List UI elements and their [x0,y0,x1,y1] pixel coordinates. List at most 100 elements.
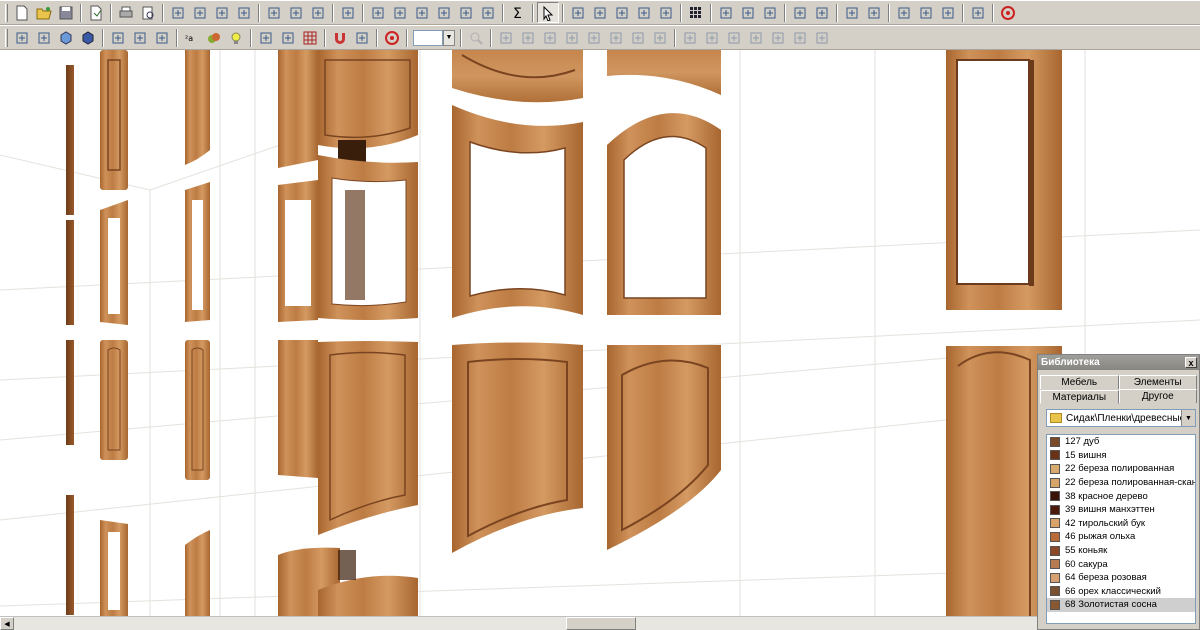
rotate-view-button[interactable] [255,27,277,48]
center-button[interactable] [351,27,373,48]
facade-column-2[interactable] [185,50,210,616]
delete-button[interactable] [233,2,255,23]
zoom-input[interactable] [413,29,443,46]
scroll-thumb[interactable] [566,617,636,630]
distribute-button[interactable] [583,27,605,48]
tab-materials[interactable]: Материалы [1040,390,1119,404]
open-file-button[interactable] [33,2,55,23]
zoom-select[interactable]: ▼ [413,29,455,46]
target-button[interactable] [997,2,1019,23]
align-left-button[interactable] [495,27,517,48]
mirror-button[interactable] [633,2,655,23]
snap-button[interactable] [567,2,589,23]
panel-cut-button[interactable] [389,2,411,23]
paste-button[interactable] [211,2,233,23]
toolbar-grip[interactable] [5,3,8,22]
materials-button[interactable] [203,27,225,48]
toolbar-grip[interactable] [5,28,8,47]
materials-list[interactable]: 127 дуб 15 вишня 22 береза полированная 22 … [1046,434,1196,624]
scale-button[interactable] [937,2,959,23]
panel-door-button[interactable] [455,2,477,23]
texture-button[interactable]: ²a [181,27,203,48]
move-up-button[interactable] [715,2,737,23]
align-edge-right-button[interactable] [701,27,723,48]
tab-elements[interactable]: Элементы [1118,375,1197,389]
bounds-button[interactable] [789,2,811,23]
tree-button[interactable] [789,27,811,48]
pencil-button[interactable] [759,2,781,23]
cut-button[interactable] [167,2,189,23]
zoom-button[interactable] [465,27,487,48]
panel-box-button[interactable] [477,2,499,23]
library-title-bar[interactable]: Библиотека x [1038,355,1199,370]
material-item[interactable]: 39 вишня манхэттен [1047,503,1195,517]
top-view-button[interactable] [151,27,173,48]
align-middle-button[interactable] [745,27,767,48]
chart-button[interactable] [767,27,789,48]
align-top-button[interactable] [539,27,561,48]
material-item[interactable]: 64 береза розовая [1047,571,1195,585]
print-button[interactable] [115,2,137,23]
object-properties-button[interactable] [307,2,329,23]
solid-cube-button[interactable] [77,27,99,48]
hidden-cube-button[interactable] [33,27,55,48]
align-edge-left-button[interactable] [679,27,701,48]
panel-hole-button[interactable] [433,2,455,23]
material-item[interactable]: 42 тирольский бук [1047,517,1195,531]
new-file-button[interactable] [11,2,33,23]
library-close-button[interactable]: x [1185,357,1197,368]
wizard-button[interactable] [811,27,833,48]
rotate-copy-button[interactable] [611,2,633,23]
scene-canvas[interactable] [0,50,1200,616]
target-button[interactable] [381,27,403,48]
dimension-button[interactable] [277,27,299,48]
grid-toggle-button[interactable] [299,27,321,48]
material-item[interactable]: 22 береза полированная [1047,462,1195,476]
facade-column-5[interactable] [607,50,721,550]
tab-furniture[interactable]: Мебель [1040,375,1119,389]
light-bulb-button[interactable] [225,27,247,48]
print-preview-button[interactable] [137,2,159,23]
align-right-button[interactable] [517,27,539,48]
library-path-select[interactable]: Сидак\Пленки\древесные ▼ [1046,409,1196,427]
rotate-button[interactable] [893,2,915,23]
arrow-up-button[interactable] [863,2,885,23]
save-as-button[interactable] [85,2,107,23]
material-item[interactable]: 46 рыжая ольха [1047,530,1195,544]
model-settings-button[interactable] [337,2,359,23]
chevron-down-icon[interactable]: ▼ [1181,410,1195,426]
facade-column-3[interactable] [278,50,418,616]
select-all-button[interactable] [811,2,833,23]
side-view-button[interactable] [129,27,151,48]
material-item[interactable]: 22 береза полированная-скан [1047,476,1195,490]
align-center-button[interactable] [723,27,745,48]
facade-column-4[interactable] [452,50,583,553]
3d-viewport[interactable] [0,50,1200,616]
grid-button[interactable] [685,2,707,23]
undo-arrow-button[interactable] [655,2,677,23]
save-file-button[interactable] [55,2,77,23]
material-item[interactable]: 68 Золотистая сосна [1047,598,1195,612]
front-view-button[interactable] [107,27,129,48]
distribute-v-button[interactable] [605,27,627,48]
material-item[interactable]: 55 коньяк [1047,544,1195,558]
facade-column-1[interactable] [66,50,128,616]
shaded-cube-button[interactable] [55,27,77,48]
move-button[interactable] [915,2,937,23]
undo-sphere-button[interactable] [263,2,285,23]
panel-edge-button[interactable] [411,2,433,23]
sum-button[interactable]: Σ [507,2,529,23]
horizontal-scrollbar[interactable]: ◀ [0,616,1040,630]
copy-button[interactable] [189,2,211,23]
layout-button[interactable] [649,27,671,48]
chevron-down-icon[interactable]: ▼ [443,29,455,46]
rect-select-button[interactable] [589,2,611,23]
tab-other[interactable]: Другое [1118,389,1197,403]
material-item[interactable]: 127 дуб [1047,435,1195,449]
magnet-button[interactable] [329,27,351,48]
arrow-down-button[interactable] [841,2,863,23]
material-item[interactable]: 66 орех классический [1047,585,1195,599]
redo-sphere-button[interactable] [285,2,307,23]
pointer-button[interactable] [537,2,559,23]
align-button[interactable] [967,2,989,23]
